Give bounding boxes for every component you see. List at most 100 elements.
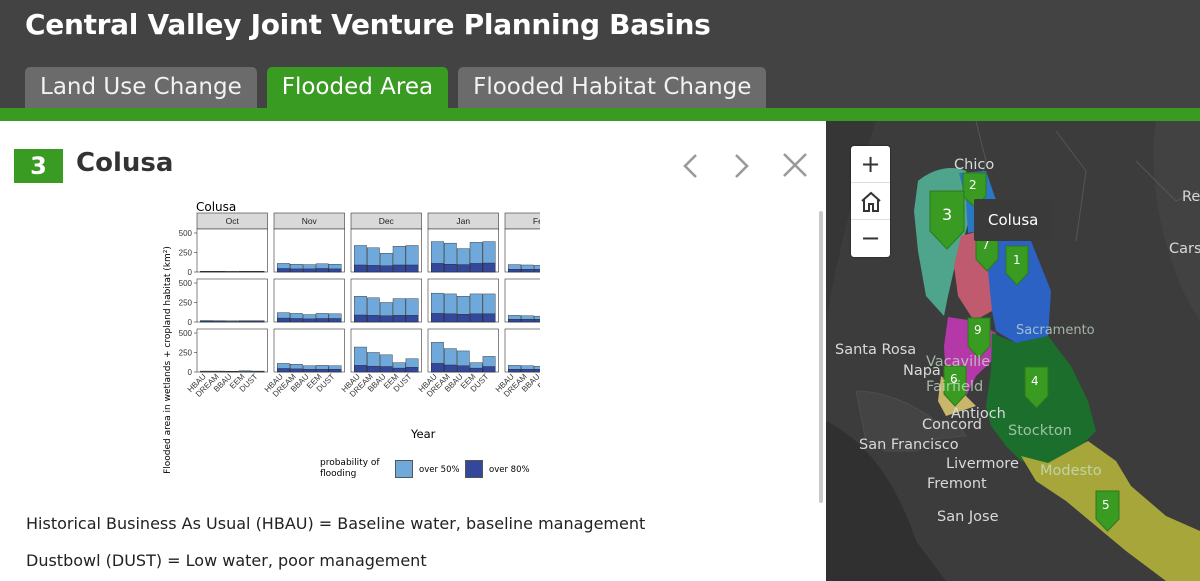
bar-over-80: [354, 264, 367, 273]
legend-title: probability of flooding: [320, 458, 380, 479]
bar-over-80: [444, 263, 457, 273]
zoom-in-button[interactable]: +: [851, 146, 890, 183]
next-basin-button[interactable]: [726, 149, 756, 183]
chevron-right-icon: [735, 154, 749, 178]
tab-flooded-habitat-change[interactable]: Flooded Habitat Change: [458, 67, 767, 108]
close-icon: [783, 153, 807, 177]
map-tooltip: Colusa: [974, 199, 1053, 241]
tab-bar: Land Use Change Flooded Area Flooded Hab…: [25, 67, 776, 108]
map-view[interactable]: + − Chico Re Cars Santa Rosa Napa Vacavi…: [826, 121, 1200, 581]
bar-over-80: [508, 269, 521, 273]
y-tick-label: 250: [179, 349, 193, 358]
bar-over-80: [533, 369, 540, 373]
y-tick-label: 0: [188, 318, 193, 327]
bar-over-80: [444, 364, 457, 373]
y-tick-label: 500: [179, 329, 193, 338]
bar-over-80: [289, 318, 303, 323]
bar-over-80: [315, 268, 329, 273]
home-button[interactable]: [851, 183, 890, 220]
bar-over-80: [251, 321, 265, 323]
bar-over-80: [328, 369, 342, 373]
legend-swatch-over-50: [395, 460, 413, 478]
y-tick-label: 250: [179, 299, 193, 308]
basin-number-badge: 3: [14, 149, 63, 183]
marker-2-label: 2: [969, 178, 977, 192]
y-tick-label: 500: [179, 279, 193, 288]
tab-land-use-change[interactable]: Land Use Change: [25, 67, 257, 108]
header: Central Valley Joint Venture Planning Ba…: [0, 0, 1200, 110]
legend-swatch-over-80: [465, 460, 483, 478]
flooded-area-figure: Colusa Flooded area in wetlands + cropla…: [155, 195, 540, 487]
app-title: Central Valley Joint Venture Planning Ba…: [25, 8, 711, 41]
place-label: Santa Rosa: [835, 342, 917, 358]
bar-over-80: [366, 365, 380, 373]
bar-over-80: [469, 367, 483, 373]
bar-over-80: [328, 268, 342, 273]
bar-over-80: [277, 268, 290, 273]
facet-panel: [196, 328, 268, 373]
place-label: Cars: [1169, 241, 1200, 257]
facet-panel: [196, 228, 268, 273]
bar-over-80: [521, 319, 534, 323]
header-accent-bar: [0, 108, 1200, 121]
facet-month-label: Feb: [533, 216, 540, 226]
bar-over-80: [456, 313, 470, 323]
place-label: Modesto: [1040, 463, 1102, 479]
bar-over-80: [431, 363, 444, 373]
bar-over-80: [482, 262, 496, 273]
description-dust: Dustbowl (DUST) = Low water, poor manage…: [26, 551, 427, 570]
bar-over-80: [508, 369, 521, 373]
bar-over-80: [315, 318, 329, 323]
chevron-left-icon: [683, 154, 697, 178]
y-tick-label: 250: [179, 249, 193, 258]
bar-over-80: [379, 315, 393, 323]
bar-over-80: [289, 368, 303, 373]
bar-over-80: [277, 368, 290, 373]
panel-scrollbar[interactable]: [819, 211, 823, 503]
place-label: Re: [1182, 189, 1200, 205]
bar-over-80: [302, 318, 316, 323]
y-tick-label: 0: [188, 368, 193, 377]
bar-over-80: [213, 321, 226, 323]
bar-over-80: [289, 268, 303, 273]
facet-month-label: Jan: [456, 216, 470, 226]
facet-month-label: Oct: [226, 216, 240, 226]
legend-label-over-50: over 50%: [419, 465, 460, 475]
tab-flooded-area[interactable]: Flooded Area: [266, 67, 449, 108]
bar-over-80: [302, 268, 316, 273]
place-label: Stockton: [1008, 423, 1072, 439]
bar-over-80: [354, 314, 367, 323]
marker-4-label: 4: [1031, 374, 1039, 388]
bar-over-80: [444, 313, 457, 323]
home-icon: [860, 191, 881, 212]
bar-over-80: [533, 269, 540, 273]
bar-over-80: [392, 315, 406, 323]
bar-over-80: [379, 366, 393, 373]
app-window: Central Valley Joint Venture Planning Ba…: [0, 0, 1200, 581]
bar-over-80: [431, 313, 444, 323]
basin-name: Colusa: [76, 148, 174, 178]
bar-over-80: [482, 366, 496, 373]
bar-over-80: [456, 365, 470, 373]
bar-over-80: [238, 321, 252, 323]
facet-bar-chart: OctNovDecJanFebMar2041025050020710250500…: [179, 212, 540, 399]
bar-over-80: [328, 318, 342, 323]
place-label: Vacaville: [926, 354, 991, 370]
bar-over-80: [315, 369, 329, 373]
place-label: San Francisco: [859, 437, 959, 453]
bar-over-80: [469, 313, 483, 323]
bar-over-80: [379, 265, 393, 273]
place-label: Sacramento: [1016, 323, 1095, 338]
zoom-out-button[interactable]: −: [851, 220, 890, 257]
x-axis-label: Year: [411, 427, 436, 441]
legend-label-over-80: over 80%: [489, 465, 530, 475]
bar-over-80: [200, 321, 213, 323]
bar-over-80: [482, 313, 496, 323]
y-tick-label: 0: [188, 268, 193, 277]
previous-basin-button[interactable]: [676, 149, 706, 183]
close-button[interactable]: [780, 149, 810, 183]
place-label: Fremont: [927, 476, 987, 492]
bar-over-80: [302, 369, 316, 373]
bar-over-80: [521, 369, 534, 373]
marker-3-label: 3: [942, 205, 953, 224]
